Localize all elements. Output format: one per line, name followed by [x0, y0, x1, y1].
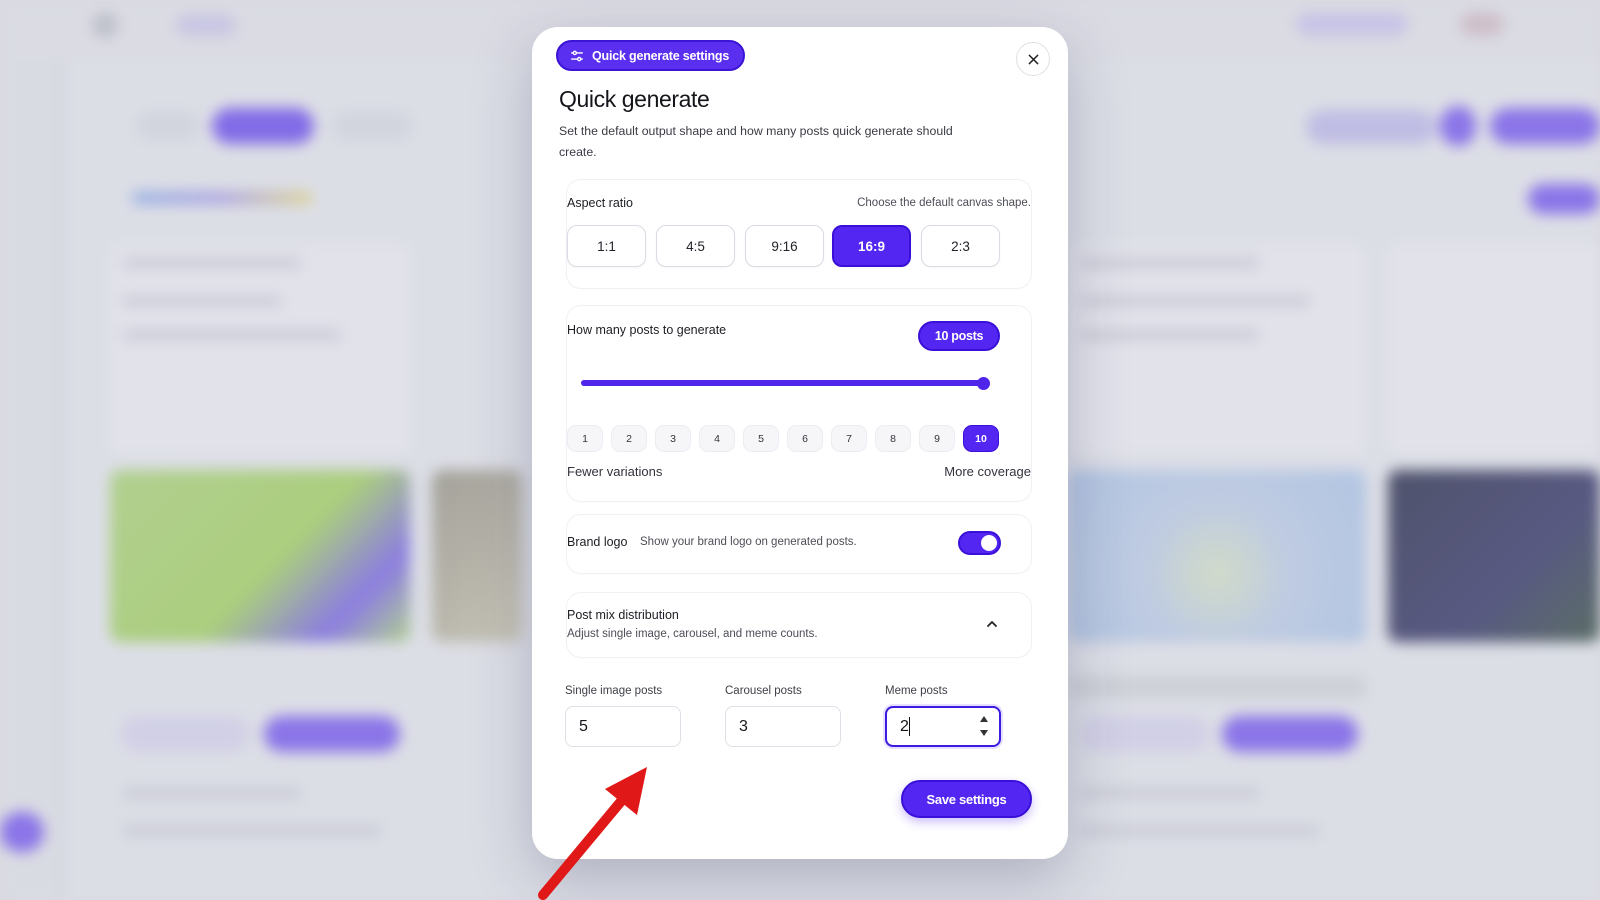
annotation-arrow-icon — [538, 767, 647, 900]
close-button[interactable] — [1016, 42, 1050, 76]
more-coverage-caption: More coverage — [944, 464, 1031, 479]
post-count-slider-thumb[interactable] — [977, 377, 990, 390]
post-count-option-5[interactable]: 5 — [743, 425, 779, 452]
post-count-option-6[interactable]: 6 — [787, 425, 823, 452]
brand-logo-toggle-knob — [981, 535, 997, 551]
meme-posts-input[interactable]: 2 — [885, 706, 1001, 747]
post-count-option-3[interactable]: 3 — [655, 425, 691, 452]
post-mix-hint: Adjust single image, carousel, and meme … — [567, 628, 818, 640]
brand-logo-section: Brand logo Show your brand logo on gener… — [567, 515, 1031, 573]
carousel-posts-input[interactable]: 3 — [725, 706, 841, 747]
sliders-icon — [571, 50, 583, 61]
meme-posts-label: Meme posts — [885, 685, 948, 697]
quick-generate-modal: Quick generate settings Quick generate S… — [532, 27, 1068, 859]
post-count-label: How many posts to generate — [567, 323, 727, 337]
single-image-posts-value: 5 — [579, 717, 588, 735]
save-settings-button[interactable]: Save settings — [901, 780, 1032, 818]
post-count-slider-fill — [581, 380, 983, 386]
brand-logo-toggle[interactable] — [958, 531, 1001, 555]
meme-posts-stepper[interactable] — [980, 716, 988, 736]
close-icon — [1028, 54, 1038, 64]
post-count-slider-track[interactable] — [581, 380, 983, 386]
post-count-section: How many posts to generate 10 posts 1234… — [567, 306, 1031, 501]
post-count-badge: 10 posts — [918, 321, 1000, 351]
post-count-option-1[interactable]: 1 — [567, 425, 603, 452]
modal-description: Set the default output shape and how man… — [559, 124, 953, 159]
ratio-option-4-5[interactable]: 4:5 — [656, 225, 735, 267]
stepper-up-icon[interactable] — [980, 716, 988, 722]
aspect-ratio-label: Aspect ratio — [567, 196, 634, 210]
post-count-option-2[interactable]: 2 — [611, 425, 647, 452]
ratio-option-1-1[interactable]: 1:1 — [567, 225, 646, 267]
post-mix-fields: Single image posts 5 Carousel posts 3 Me… — [565, 671, 1033, 761]
carousel-posts-label: Carousel posts — [725, 685, 802, 697]
aspect-ratio-section: Aspect ratio Choose the default canvas s… — [567, 180, 1031, 288]
fewer-variations-caption: Fewer variations — [567, 464, 663, 479]
brand-logo-hint: Show your brand logo on generated posts. — [640, 536, 857, 548]
quick-generate-settings-label: Quick generate settings — [592, 48, 730, 63]
chevron-up-icon[interactable] — [985, 617, 999, 631]
modal-title: Quick generate — [559, 86, 710, 112]
text-caret — [908, 717, 910, 736]
post-count-option-10[interactable]: 10 — [963, 425, 999, 452]
ratio-option-2-3[interactable]: 2:3 — [921, 225, 1000, 267]
brand-logo-label: Brand logo — [567, 535, 628, 549]
quick-generate-settings-pill: Quick generate settings — [556, 40, 746, 71]
post-mix-section[interactable]: Post mix distribution Adjust single imag… — [567, 593, 1031, 657]
meme-posts-value: 2 — [900, 717, 909, 735]
carousel-posts-value: 3 — [739, 717, 748, 735]
post-count-option-8[interactable]: 8 — [875, 425, 911, 452]
post-count-option-9[interactable]: 9 — [919, 425, 955, 452]
aspect-ratio-hint: Choose the default canvas shape. — [857, 197, 1031, 209]
ratio-option-9-16[interactable]: 9:16 — [745, 225, 824, 267]
single-image-posts-input[interactable]: 5 — [565, 706, 681, 747]
stepper-down-icon[interactable] — [980, 730, 988, 736]
ratio-option-16-9[interactable]: 16:9 — [832, 225, 911, 267]
post-count-option-7[interactable]: 7 — [831, 425, 867, 452]
single-image-posts-label: Single image posts — [565, 685, 663, 697]
post-mix-label: Post mix distribution — [567, 608, 679, 622]
post-count-option-4[interactable]: 4 — [699, 425, 735, 452]
